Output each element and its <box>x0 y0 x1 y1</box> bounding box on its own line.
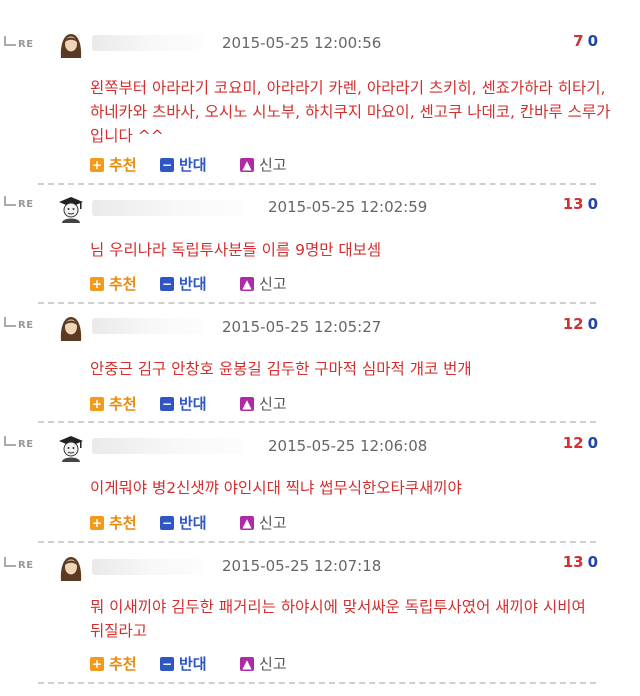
reply-indicator-icon: RE <box>4 436 34 450</box>
woman-avatar-icon <box>60 557 82 581</box>
reply-indicator-icon: RE <box>4 317 34 331</box>
woman-avatar-icon <box>60 34 82 58</box>
comment-list: RE 2015-05-25 12:00:56 70 왼쪽부터 아라라기 코요미,… <box>0 0 640 696</box>
comment-divider <box>38 682 596 684</box>
vote-down-count: 0 <box>587 32 598 50</box>
plus-icon: + <box>90 396 104 411</box>
comment-divider <box>38 302 596 304</box>
report-button[interactable]: ▲ 신고 <box>240 154 287 175</box>
graduate-avatar-icon <box>59 197 83 223</box>
report-button[interactable]: ▲ 신고 <box>240 273 287 294</box>
report-button[interactable]: ▲ 신고 <box>240 653 287 674</box>
vote-up-count: 12 <box>562 315 584 333</box>
comment-date: 2015-05-25 12:05:27 <box>222 318 382 336</box>
comment-date: 2015-05-25 12:07:18 <box>222 557 382 575</box>
minus-icon: − <box>160 515 174 530</box>
vote-count: 13 0 <box>563 195 598 213</box>
comment-body: 안중근 김구 안창호 윤봉길 김두한 구마적 심마적 개코 번개 <box>90 360 472 378</box>
vote-up-count: 13 <box>562 195 584 213</box>
plus-icon: + <box>90 515 104 530</box>
report-siren-icon: ▲ <box>240 276 254 291</box>
woman-avatar-icon <box>60 317 82 341</box>
graduate-avatar-icon <box>59 436 83 462</box>
username-masked[interactable] <box>92 35 202 51</box>
minus-icon: − <box>160 396 174 411</box>
plus-icon: + <box>90 276 104 291</box>
vote-up-count: 7 <box>573 32 584 50</box>
minus-icon: − <box>160 276 174 291</box>
vote-count: 12 0 <box>563 434 598 452</box>
reply-indicator-icon: RE <box>4 557 34 571</box>
recommend-button[interactable]: + 추천 <box>90 653 137 674</box>
recommend-button[interactable]: + 추천 <box>90 393 137 414</box>
plus-icon: + <box>90 656 104 671</box>
minus-icon: − <box>160 656 174 671</box>
username-masked[interactable] <box>92 559 202 575</box>
report-siren-icon: ▲ <box>240 157 254 172</box>
oppose-button[interactable]: − 반대 <box>160 653 207 674</box>
report-button[interactable]: ▲ 신고 <box>240 393 287 414</box>
comment-divider <box>38 183 596 185</box>
vote-up-count: 12 <box>562 434 584 452</box>
vote-down-count: 0 <box>587 195 598 213</box>
vote-down-count: 0 <box>587 434 598 452</box>
report-button[interactable]: ▲ 신고 <box>240 512 287 533</box>
username-masked[interactable] <box>92 318 202 334</box>
report-siren-icon: ▲ <box>240 396 254 411</box>
vote-count: 13 0 <box>563 553 598 571</box>
recommend-button[interactable]: + 추천 <box>90 512 137 533</box>
username-masked[interactable] <box>92 200 242 216</box>
report-siren-icon: ▲ <box>240 656 254 671</box>
comment-body: 이게뭐야 병2신샛꺄 야인시대 찍냐 썹무식한오타쿠새끼야 <box>90 479 462 497</box>
comment-divider <box>38 421 596 423</box>
vote-up-count: 13 <box>562 553 584 571</box>
plus-icon: + <box>90 157 104 172</box>
vote-down-count: 0 <box>587 553 598 571</box>
comment-divider <box>38 541 596 543</box>
recommend-button[interactable]: + 추천 <box>90 273 137 294</box>
oppose-button[interactable]: − 반대 <box>160 393 207 414</box>
oppose-button[interactable]: − 반대 <box>160 512 207 533</box>
reply-indicator-icon: RE <box>4 196 34 210</box>
comment-date: 2015-05-25 12:02:59 <box>268 198 428 216</box>
reply-indicator-icon: RE <box>4 36 34 50</box>
minus-icon: − <box>160 157 174 172</box>
comment-date: 2015-05-25 12:00:56 <box>222 34 382 52</box>
comment-date: 2015-05-25 12:06:08 <box>268 437 428 455</box>
comment-body: 님 우리나라 독립투사분들 이름 9명만 대보셈 <box>90 241 382 259</box>
comment-body: 뭐 이새끼야 김두한 패거리는 하야시에 맞서싸운 독립투사였어 새끼야 시비여… <box>90 598 586 640</box>
recommend-button[interactable]: + 추천 <box>90 154 137 175</box>
comment-body: 왼쪽부터 아라라기 코요미, 아라라기 카렌, 아라라기 츠키히, 센죠가하라 … <box>90 79 611 145</box>
oppose-button[interactable]: − 반대 <box>160 273 207 294</box>
vote-down-count: 0 <box>587 315 598 333</box>
oppose-button[interactable]: − 반대 <box>160 154 207 175</box>
username-masked[interactable] <box>92 438 242 454</box>
report-siren-icon: ▲ <box>240 515 254 530</box>
vote-count: 70 <box>573 32 598 50</box>
vote-count: 12 0 <box>563 315 598 333</box>
